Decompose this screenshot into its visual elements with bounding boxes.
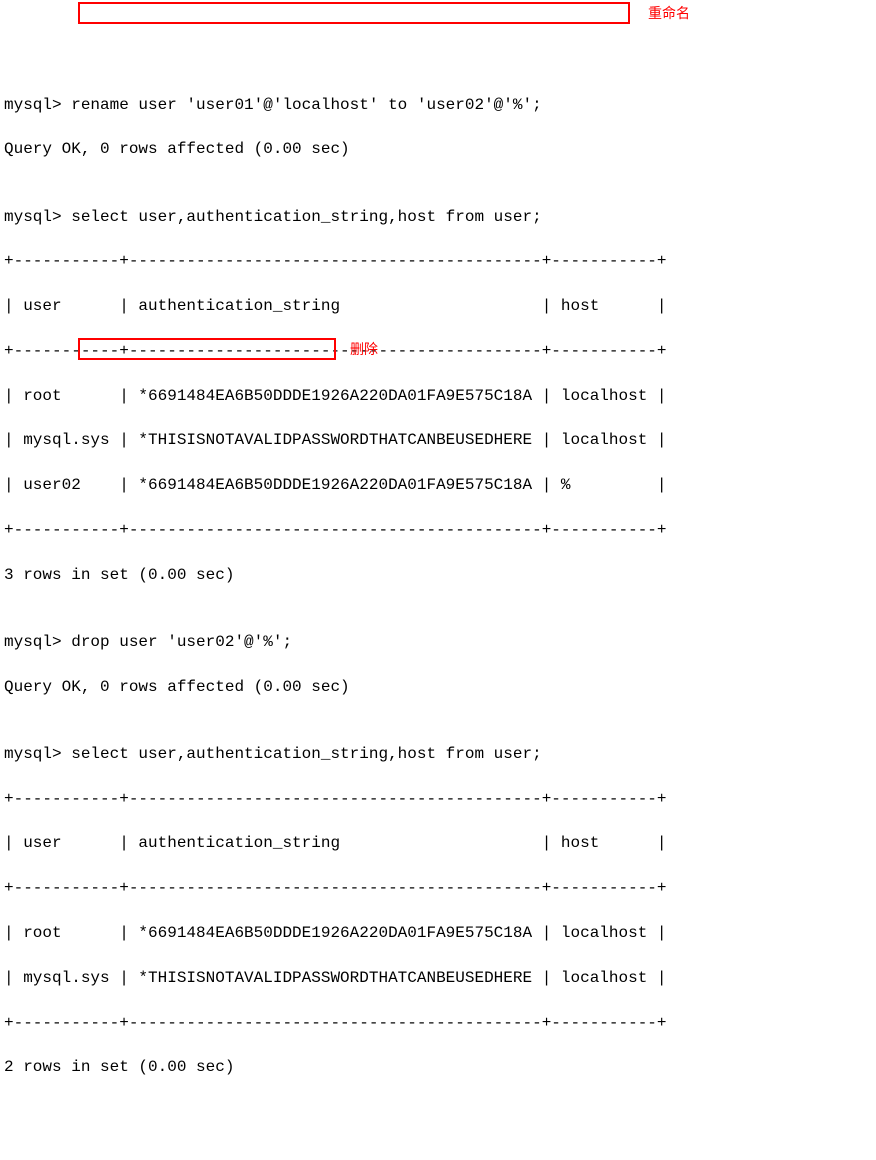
terminal-line: | user02 | *6691484EA6B50DDDE1926A220DA0… xyxy=(4,474,872,496)
annotation-rename-label: 重命名 xyxy=(648,4,690,24)
terminal-line: mysql> select user,authentication_string… xyxy=(4,743,872,765)
terminal-line: +-----------+---------------------------… xyxy=(4,250,872,272)
terminal-line: | user | authentication_string | host | xyxy=(4,295,872,317)
annotation-drop-label: 删除 xyxy=(350,340,378,360)
terminal-line: | mysql.sys | *THISISNOTAVALIDPASSWORDTH… xyxy=(4,429,872,451)
terminal-line: | mysql.sys | *THISISNOTAVALIDPASSWORDTH… xyxy=(4,967,872,989)
terminal-line: | user | authentication_string | host | xyxy=(4,832,872,854)
terminal-line: | root | *6691484EA6B50DDDE1926A220DA01F… xyxy=(4,385,872,407)
terminal-line: mysql> select user,authentication_string… xyxy=(4,206,872,228)
terminal-line: +-----------+---------------------------… xyxy=(4,519,872,541)
terminal-line: mysql> drop user 'user02'@'%'; xyxy=(4,631,872,653)
terminal-line: +-----------+---------------------------… xyxy=(4,340,872,362)
terminal-line: +-----------+---------------------------… xyxy=(4,788,872,810)
highlight-box-rename xyxy=(78,2,630,24)
terminal-line: +-----------+---------------------------… xyxy=(4,877,872,899)
terminal-line: Query OK, 0 rows affected (0.00 sec) xyxy=(4,676,872,698)
terminal-line: 3 rows in set (0.00 sec) xyxy=(4,564,872,586)
terminal-line: 2 rows in set (0.00 sec) xyxy=(4,1056,872,1078)
terminal-line: Query OK, 0 rows affected (0.00 sec) xyxy=(4,138,872,160)
terminal-line: | root | *6691484EA6B50DDDE1926A220DA01F… xyxy=(4,922,872,944)
terminal-line: mysql> rename user 'user01'@'localhost' … xyxy=(4,94,872,116)
terminal-line: +-----------+---------------------------… xyxy=(4,1012,872,1034)
